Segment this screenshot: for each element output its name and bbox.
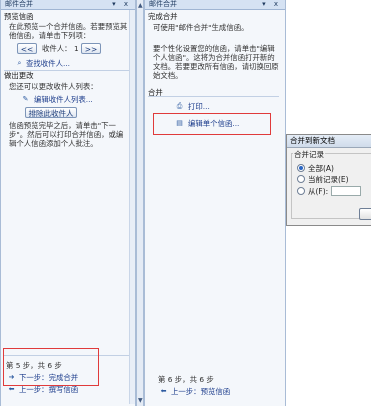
edit-recipient-list-link[interactable]: 编辑收件人列表... [34, 95, 93, 104]
pane-controls[interactable]: ▾ x [112, 0, 131, 9]
radio-dot [297, 175, 305, 183]
preview-heading: 预览信函 [4, 12, 34, 21]
highlight-box [3, 348, 99, 386]
find-recipient-icon: ⌕ [17, 59, 22, 67]
mail-merge-pane-step6: 邮件合并 ▾ x 完成合并 可使用"邮件合并"生成信函。 要个性化设置您的信函，… [144, 0, 286, 406]
preview-description: 在此预览一个合并信函。若要预览其他信函，请单击下列项： [9, 22, 128, 40]
previous-recipient-button[interactable]: << [17, 43, 37, 54]
personalize-description: 要个性化设置您的信函，请单击"编辑个人信函"。这将为合并信函打开新的文档。若要更… [153, 44, 279, 80]
merge-heading: 合并 [148, 88, 163, 97]
recipient-label: 收件人： [42, 44, 72, 53]
scrollbar[interactable] [129, 10, 135, 404]
previous-step-link[interactable]: 上一步：撰写信函 [19, 385, 78, 394]
radio-dot [297, 164, 305, 172]
previous-step-link[interactable]: 上一步：预览信函 [171, 387, 230, 396]
scroll-up-icon[interactable]: ▲ [138, 2, 143, 9]
radio-from-label: 从(F): [308, 187, 329, 196]
make-changes-description: 您还可以更改收件人列表： [9, 82, 98, 91]
complete-merge-description: 可使用"邮件合并"生成信函。 [153, 23, 249, 32]
pane-controls[interactable]: ▾ x [262, 0, 281, 9]
printer-icon: ⎙ [176, 102, 183, 110]
radio-current-record[interactable]: 当前记录(E) [297, 175, 349, 184]
radio-dot [297, 187, 305, 195]
make-changes-heading: 做出更改 [4, 71, 34, 80]
radio-all[interactable]: 全部(A) [297, 164, 334, 173]
radio-current-label: 当前记录(E) [308, 175, 349, 184]
after-preview-description: 信函预览完毕之后，请单击"下一步"。然后可以打印合并信函，或编辑个人信函添加个人… [9, 121, 124, 148]
radio-from[interactable]: 从(F): [297, 186, 362, 196]
separator [148, 96, 279, 97]
previous-arrow-icon: ⬅ [160, 387, 167, 395]
pane-title-bar: 邮件合并 ▾ x [1, 0, 135, 10]
merge-records-label: 合并记录 [293, 149, 325, 160]
merge-to-new-document-dialog: 合并到新文档 合并记录 全部(A) 当前记录(E) 从(F): [286, 134, 371, 226]
radio-all-label: 全部(A) [308, 164, 334, 173]
recipient-number: 1 [73, 44, 79, 53]
step-indicator: 第 6 步，共 6 步 [158, 375, 214, 384]
find-recipient-link[interactable]: 查找收件人... [26, 59, 70, 68]
pane-title: 邮件合并 [149, 0, 177, 8]
pane-title: 邮件合并 [5, 0, 33, 8]
from-input[interactable] [331, 186, 362, 196]
ok-button[interactable] [359, 208, 371, 220]
vertical-scrollbar[interactable]: ▲ ▼ [136, 0, 144, 406]
next-recipient-button[interactable]: >> [81, 43, 101, 54]
pane-title-bar: 邮件合并 ▾ x [145, 0, 285, 10]
previous-arrow-icon: ⬅ [8, 385, 15, 393]
highlight-box [153, 113, 271, 135]
exclude-recipient-button[interactable]: 排除此收件人 [25, 107, 77, 118]
print-link[interactable]: 打印... [188, 102, 210, 111]
dialog-title: 合并到新文档 [287, 135, 371, 148]
edit-list-icon: ✎ [22, 95, 29, 103]
complete-merge-heading: 完成合并 [148, 12, 178, 21]
mail-merge-pane-step5: 邮件合并 ▾ x 预览信函 在此预览一个合并信函。若要预览其他信函，请单击下列项… [0, 0, 136, 406]
scroll-down-icon[interactable]: ▼ [138, 397, 143, 404]
